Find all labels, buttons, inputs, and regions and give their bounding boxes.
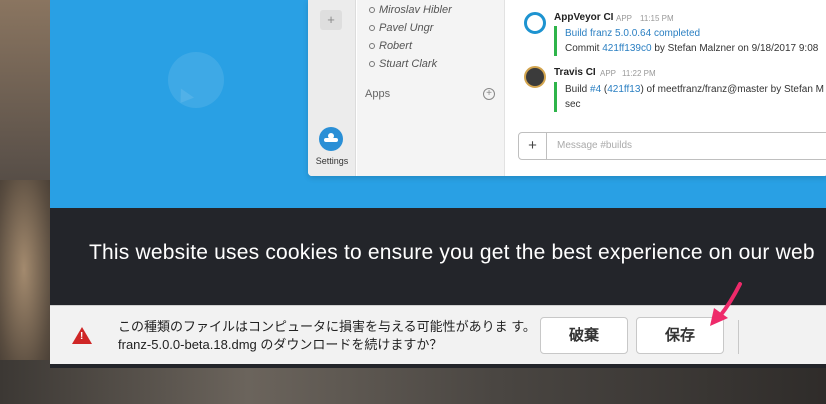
commit-line: Commit 421ff139c0 by Stefan Malzner on 9… [565, 41, 818, 56]
appveyor-avatar [524, 12, 546, 34]
member-name: Miroslav Hibler [379, 4, 452, 16]
message-time: 11:22 PM [622, 69, 656, 78]
build-number-link[interactable]: #4 [590, 84, 601, 95]
member-item[interactable]: Pavel Ungr [369, 22, 433, 34]
warning-icon: ! [72, 327, 92, 344]
presence-icon [369, 61, 375, 68]
commit-suffix: by Stefan Malzner on 9/18/2017 9:08 [651, 43, 819, 54]
member-name: Stuart Clark [379, 58, 438, 70]
travis-avatar [524, 66, 546, 88]
settings-icon[interactable] [319, 127, 343, 151]
presence-icon [369, 43, 375, 50]
message-attachment: Build franz 5.0.0.64 completed Commit 42… [554, 26, 818, 56]
member-item[interactable]: Miroslav Hibler [369, 4, 452, 16]
settings-label: Settings [315, 156, 349, 166]
annotation-arrow-icon [710, 282, 742, 326]
warning-glyph: ! [80, 331, 84, 342]
build-prefix: Build [565, 84, 591, 95]
channel-list: Miroslav Hibler Pavel Ungr Robert Stuart… [357, 0, 505, 176]
commit-link[interactable]: 421ff13 [607, 84, 640, 95]
presence-icon [369, 7, 375, 14]
add-service-button[interactable]: + [320, 10, 342, 30]
download-warning-message: この種類のファイルはコンピュータに損害を与える可能性がありま す。franz-5… [118, 319, 536, 352]
message-author: Travis CI [554, 67, 596, 78]
message-time: 11:15 PM [640, 14, 674, 23]
website-hero: + Settings Miroslav Hibler Pavel Ungr Ro… [50, 0, 826, 208]
app-badge: APP [616, 14, 633, 23]
member-name: Robert [379, 40, 413, 52]
member-item[interactable]: Stuart Clark [369, 58, 437, 70]
build-link[interactable]: Build franz 5.0.0.64 completed [565, 26, 818, 41]
whatsapp-icon [168, 52, 224, 108]
build-suffix: ) of meetfranz/franz@master by Stefan M [640, 84, 824, 95]
member-item[interactable]: Robert [369, 40, 412, 52]
add-app-button[interactable]: + [483, 88, 495, 100]
app-badge: APP [600, 69, 617, 78]
message-input[interactable]: Message #builds [557, 133, 632, 159]
apps-section-label: Apps [365, 88, 391, 100]
build-duration: sec [565, 99, 581, 110]
message-attachment: Build #4 (421ff13) of meetfranz/franz@ma… [554, 82, 824, 112]
franz-app-screenshot: + Settings Miroslav Hibler Pavel Ungr Ro… [308, 0, 826, 176]
message-composer: + Message #builds [518, 132, 826, 160]
attach-button[interactable]: + [519, 133, 547, 159]
service-sidebar: + Settings [308, 0, 356, 176]
discard-button[interactable]: 破棄 [540, 317, 628, 354]
cookie-notice: This website uses cookies to ensure you … [89, 241, 815, 264]
commit-link[interactable]: 421ff139c0 [602, 43, 651, 54]
message-pane: AppVeyor CI APP 11:15 PM Build franz 5.0… [506, 0, 826, 176]
build-line: Build #4 (421ff13) of meetfranz/franz@ma… [565, 82, 824, 97]
commit-prefix: Commit [565, 43, 603, 54]
member-name: Pavel Ungr [379, 22, 434, 34]
presence-icon [369, 25, 375, 32]
message-author: AppVeyor CI [554, 12, 614, 23]
